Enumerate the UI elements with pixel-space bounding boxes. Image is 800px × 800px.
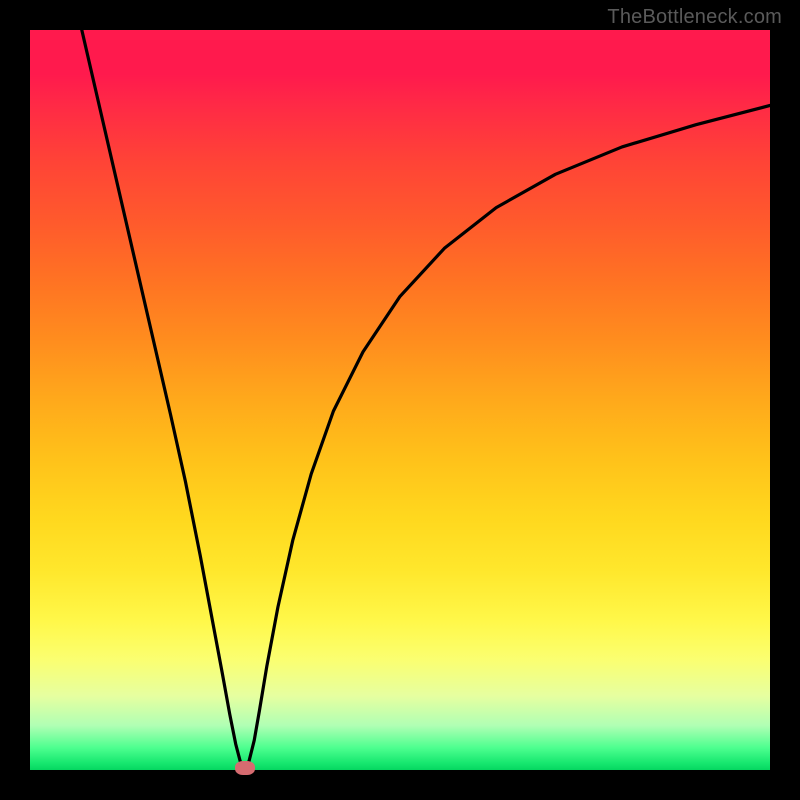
watermark-text: TheBottleneck.com xyxy=(607,6,782,29)
plot-area xyxy=(30,30,770,770)
curve-svg xyxy=(30,30,770,770)
bottleneck-curve xyxy=(82,30,770,768)
min-point-marker xyxy=(235,761,255,775)
chart-frame: TheBottleneck.com xyxy=(0,0,800,800)
